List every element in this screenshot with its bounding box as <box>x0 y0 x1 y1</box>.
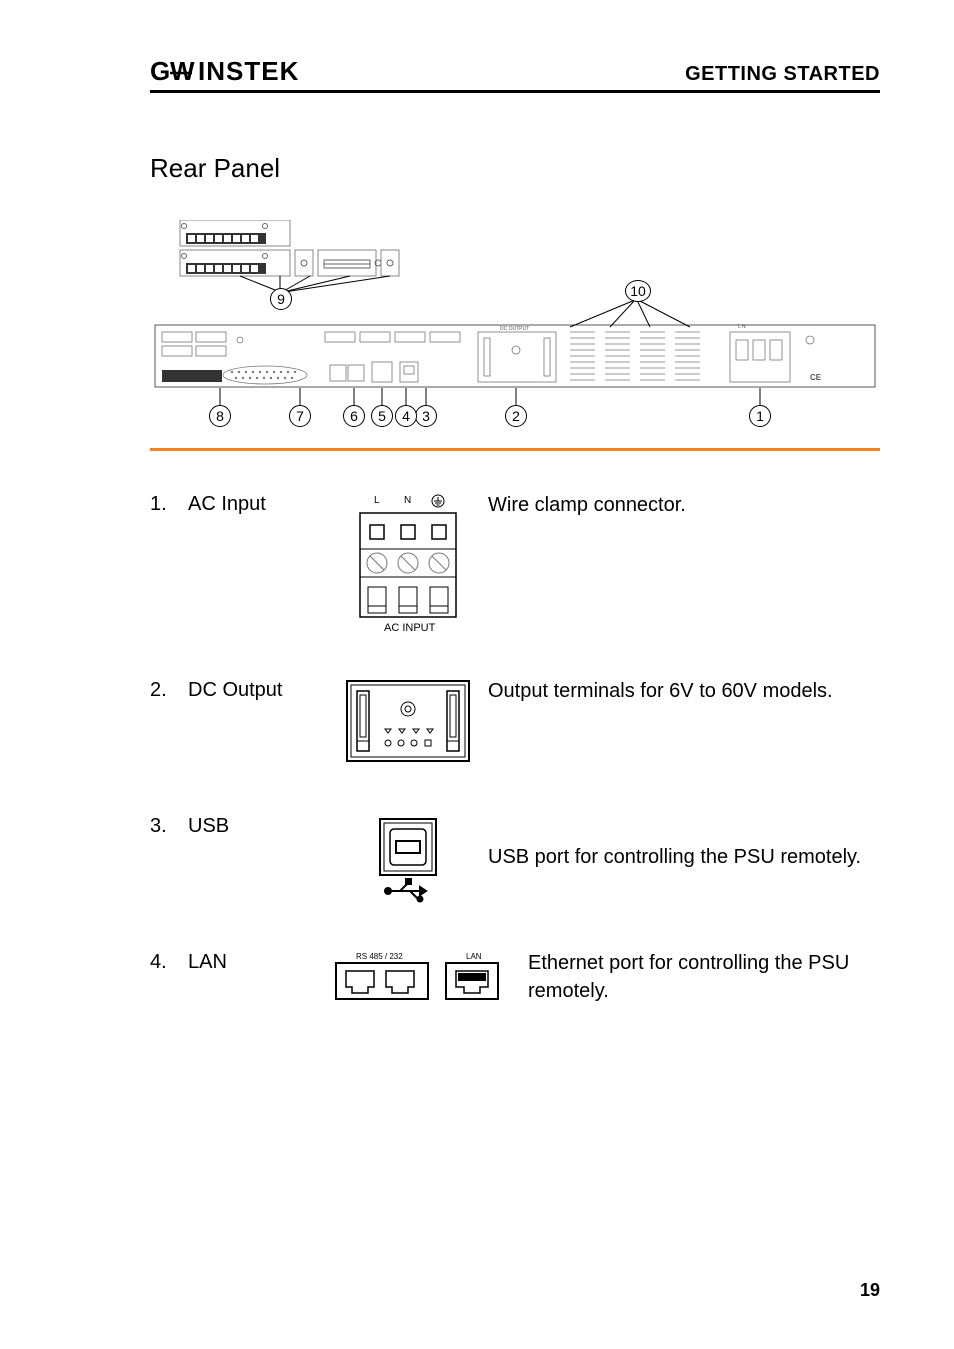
item-desc: Ethernet port for controlling the PSU re… <box>528 949 880 1005</box>
item-num: 3. <box>150 813 188 838</box>
lan-icon: RS 485 / 232 LAN <box>328 949 528 1009</box>
callout-1: 1 <box>749 405 771 427</box>
svg-text:DC OUTPUT: DC OUTPUT <box>500 326 529 332</box>
svg-text:INSTEK: INSTEK <box>198 56 299 86</box>
item-row-usb: 3. USB USB port for controlling the P <box>150 813 880 913</box>
page-header: G W INSTEK GETTING STARTED <box>150 56 880 93</box>
item-num: 4. <box>150 949 188 974</box>
svg-text:G: G <box>150 56 171 86</box>
section-title: Rear Panel <box>150 153 880 184</box>
lan-label: LAN <box>466 952 482 961</box>
terminal-l: L <box>374 495 380 506</box>
item-num: 2. <box>150 677 188 702</box>
callout-6: 6 <box>343 405 365 427</box>
svg-text:L N: L N <box>738 324 746 330</box>
callout-7: 7 <box>289 405 311 427</box>
item-label: LAN <box>188 949 328 974</box>
item-label: AC Input <box>188 491 328 516</box>
dc-output-icon <box>328 677 488 767</box>
item-desc: Output terminals for 6V to 60V models. <box>488 677 880 705</box>
ac-input-caption: AC INPUT <box>384 622 436 634</box>
ac-input-icon: L N <box>328 491 488 641</box>
item-desc: USB port for controlling the PSU remotel… <box>488 813 880 871</box>
terminal-n: N <box>404 495 411 506</box>
brand-logo: G W INSTEK <box>150 56 330 86</box>
item-row-ac-input: 1. AC Input L N <box>150 491 880 641</box>
header-right: GETTING STARTED <box>685 63 880 86</box>
callout-5: 5 <box>371 405 393 427</box>
item-num: 1. <box>150 491 188 516</box>
page-number: 19 <box>860 1280 880 1301</box>
svg-text:W: W <box>170 56 196 86</box>
svg-text:CE: CE <box>810 373 822 382</box>
usb-icon <box>328 813 488 903</box>
callout-4: 4 <box>395 405 417 427</box>
items-list: 1. AC Input L N <box>150 491 880 1049</box>
item-desc: Wire clamp connector. <box>488 491 880 519</box>
logo-svg: G W INSTEK <box>150 56 330 86</box>
callout-3: 3 <box>415 405 437 427</box>
orange-divider <box>150 448 880 451</box>
rs-label: RS 485 / 232 <box>356 952 403 961</box>
callout-10: 10 <box>625 280 651 302</box>
rear-panel-diagram: DC OUTPUT <box>150 220 880 440</box>
callout-9: 9 <box>270 288 292 310</box>
item-label: USB <box>188 813 328 838</box>
callout-8: 8 <box>209 405 231 427</box>
item-row-dc-output: 2. DC Output <box>150 677 880 777</box>
item-row-lan: 4. LAN RS 485 / 232 LAN Ethernet port fo… <box>150 949 880 1049</box>
item-label: DC Output <box>188 677 328 702</box>
callout-2: 2 <box>505 405 527 427</box>
